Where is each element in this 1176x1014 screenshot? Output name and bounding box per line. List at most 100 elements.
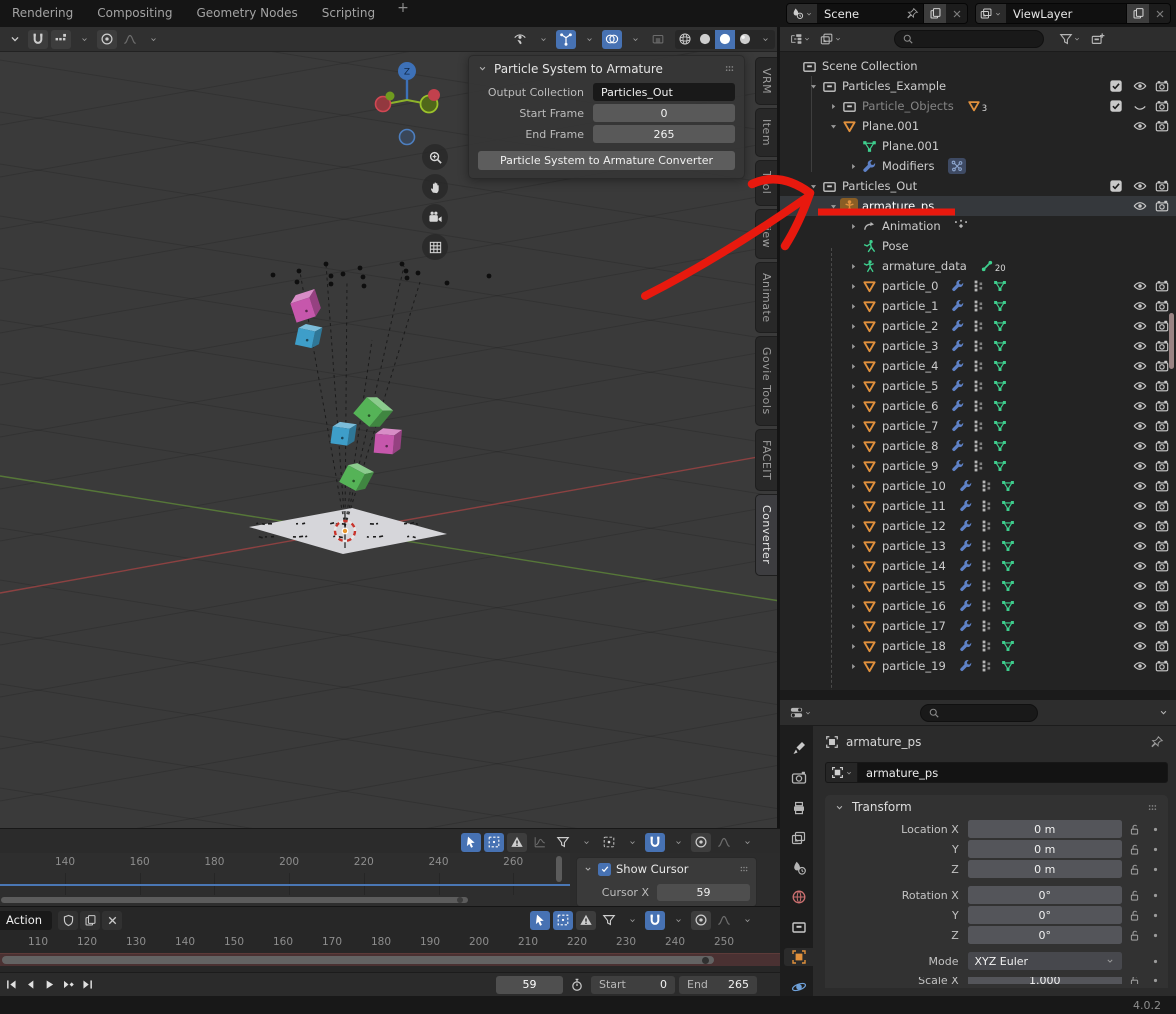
toggle-eye-icon[interactable]: [1132, 279, 1147, 294]
properties-options-chevron-icon[interactable]: [1158, 707, 1169, 718]
outliner-row-particle-14[interactable]: particle_14: [780, 556, 1176, 576]
outliner-item-label[interactable]: Animation: [882, 219, 941, 233]
expander-icon[interactable]: [846, 159, 860, 173]
toggle-camera-icon[interactable]: [1154, 99, 1169, 114]
toggle-camera-icon[interactable]: [1154, 199, 1169, 214]
toggle-camera-icon[interactable]: [1154, 279, 1169, 294]
expander-icon[interactable]: [846, 519, 860, 533]
outliner-filter-id-button[interactable]: [818, 30, 844, 49]
sidebar-tab-vrm[interactable]: VRM: [755, 57, 777, 105]
marker-region-dropdown[interactable]: [622, 833, 642, 852]
outliner-row-particle-5[interactable]: particle_5: [780, 376, 1176, 396]
toggle-camera-icon[interactable]: [1154, 359, 1169, 374]
toggle-eye-icon[interactable]: [1132, 479, 1147, 494]
physics-properties-tab[interactable]: [784, 978, 813, 996]
outliner-row-particles-example[interactable]: Particles_Example: [780, 76, 1176, 96]
toggle-eye-icon[interactable]: [1132, 439, 1147, 454]
scene-properties-tab[interactable]: [784, 859, 813, 877]
toggle-checkbox-icon[interactable]: [1108, 99, 1123, 114]
start-frame-field[interactable]: Start0: [591, 976, 675, 994]
outliner-item-label[interactable]: particle_11: [882, 499, 946, 513]
transform-panel-header[interactable]: Transform: [825, 795, 1168, 819]
falloff-curve-dropdown[interactable]: [737, 911, 757, 930]
fake-user-shield-button[interactable]: [58, 911, 78, 930]
expander-icon[interactable]: [846, 439, 860, 453]
outliner-scrollbar[interactable]: [1169, 313, 1174, 369]
expander-icon[interactable]: [846, 399, 860, 413]
toggle-eye-icon[interactable]: [1132, 399, 1147, 414]
expander-icon[interactable]: [826, 99, 840, 113]
particle-cube-0[interactable]: [288, 289, 322, 323]
show-cursor-header[interactable]: Show Cursor: [577, 858, 756, 880]
outliner-item-label[interactable]: Plane.001: [862, 119, 919, 133]
lock-icon[interactable]: [1122, 977, 1148, 984]
toggle-camera-icon[interactable]: [1154, 439, 1169, 454]
transform-value[interactable]: 0 m: [968, 820, 1122, 838]
toggle-camera-icon[interactable]: [1154, 579, 1169, 594]
toggle-camera-icon[interactable]: [1154, 399, 1169, 414]
expander-icon[interactable]: [846, 539, 860, 553]
toggle-camera-icon[interactable]: [1154, 659, 1169, 674]
field-value-output-collection[interactable]: Particles_Out: [593, 83, 735, 101]
new-scene-button[interactable]: [923, 3, 946, 24]
toggle-eye-icon[interactable]: [1132, 539, 1147, 554]
outliner-item-label[interactable]: particle_7: [882, 419, 938, 433]
properties-search-input[interactable]: [920, 704, 1038, 722]
expander-icon[interactable]: [846, 579, 860, 593]
dopesheet-body[interactable]: 140160180200220240260 Show Cursor Cursor…: [0, 853, 780, 907]
falloff-curve-button[interactable]: [714, 911, 734, 930]
box-select-button[interactable]: [484, 833, 504, 852]
transform-value[interactable]: 1.000: [968, 977, 1122, 984]
jump-to-end-button[interactable]: [79, 976, 96, 994]
box-select-button[interactable]: [553, 911, 573, 930]
snap-magnet-dropdown[interactable]: [668, 833, 688, 852]
dopesheet-hscrollbar[interactable]: [1, 897, 468, 903]
workspace-tab-2[interactable]: Geometry Nodes: [185, 0, 310, 27]
animate-dot-icon[interactable]: [1148, 824, 1164, 835]
outliner-row-armature-data[interactable]: armature_data20: [780, 256, 1176, 276]
particle-cube-5[interactable]: [339, 460, 374, 494]
orthographic-toggle-button[interactable]: [422, 234, 448, 260]
animate-dot-icon[interactable]: [1148, 890, 1164, 901]
expander-icon[interactable]: [846, 239, 860, 253]
outliner-item-label[interactable]: particle_2: [882, 319, 938, 333]
viewlayer-name[interactable]: ViewLayer: [1006, 3, 1126, 24]
outliner-row-particle-17[interactable]: particle_17: [780, 616, 1176, 636]
outliner-item-label[interactable]: Scene Collection: [822, 59, 918, 73]
outliner-row-pose[interactable]: Pose: [780, 236, 1176, 256]
cursor-value-field[interactable]: 59: [657, 884, 750, 901]
toggle-eye-icon[interactable]: [1132, 659, 1147, 674]
toggle-eye-icon[interactable]: [1132, 79, 1147, 94]
outliner-row-particle-15[interactable]: particle_15: [780, 576, 1176, 596]
converter-run-button[interactable]: Particle System to Armature Converter: [478, 151, 735, 170]
outliner-item-label[interactable]: Particle_Objects: [862, 99, 954, 113]
animate-dot-icon[interactable]: [1148, 864, 1164, 875]
workspace-tab-0[interactable]: Rendering: [0, 0, 85, 27]
toggle-eye-icon[interactable]: [1132, 499, 1147, 514]
cursor-tool-button[interactable]: [530, 911, 550, 930]
animate-dot-icon[interactable]: [1148, 977, 1164, 984]
toggle-eye-icon[interactable]: [1132, 299, 1147, 314]
outliner-row-armature-ps[interactable]: armature_ps: [780, 196, 1176, 216]
outliner-row-particle-2[interactable]: particle_2: [780, 316, 1176, 336]
expander-icon[interactable]: [846, 479, 860, 493]
transform-value[interactable]: 0°: [968, 926, 1122, 944]
play-button[interactable]: [41, 976, 58, 994]
gizmo-orbit-ball[interactable]: [400, 130, 415, 145]
falloff-curve-button[interactable]: [714, 833, 734, 852]
sidebar-tab-faceit[interactable]: FACEIT: [755, 429, 777, 491]
expander-icon[interactable]: [846, 379, 860, 393]
end-frame-field[interactable]: End265: [679, 976, 757, 994]
unlink-button[interactable]: [102, 911, 122, 930]
outliner-row-particle-objects[interactable]: Particle_Objects3: [780, 96, 1176, 116]
viewlayer-properties-tab[interactable]: [784, 829, 813, 847]
particle-cube-2[interactable]: [353, 392, 393, 432]
toggle-eye-icon[interactable]: [1132, 579, 1147, 594]
transform-value[interactable]: 0 m: [968, 860, 1122, 878]
outliner-row-particle-6[interactable]: particle_6: [780, 396, 1176, 416]
toggle-eye-icon[interactable]: [1132, 319, 1147, 334]
outliner-row-particle-13[interactable]: particle_13: [780, 536, 1176, 556]
snap-target-button[interactable]: [51, 30, 71, 49]
gizmos-toggle-dropdown[interactable]: [579, 30, 599, 49]
jump-to-start-button[interactable]: [3, 976, 20, 994]
